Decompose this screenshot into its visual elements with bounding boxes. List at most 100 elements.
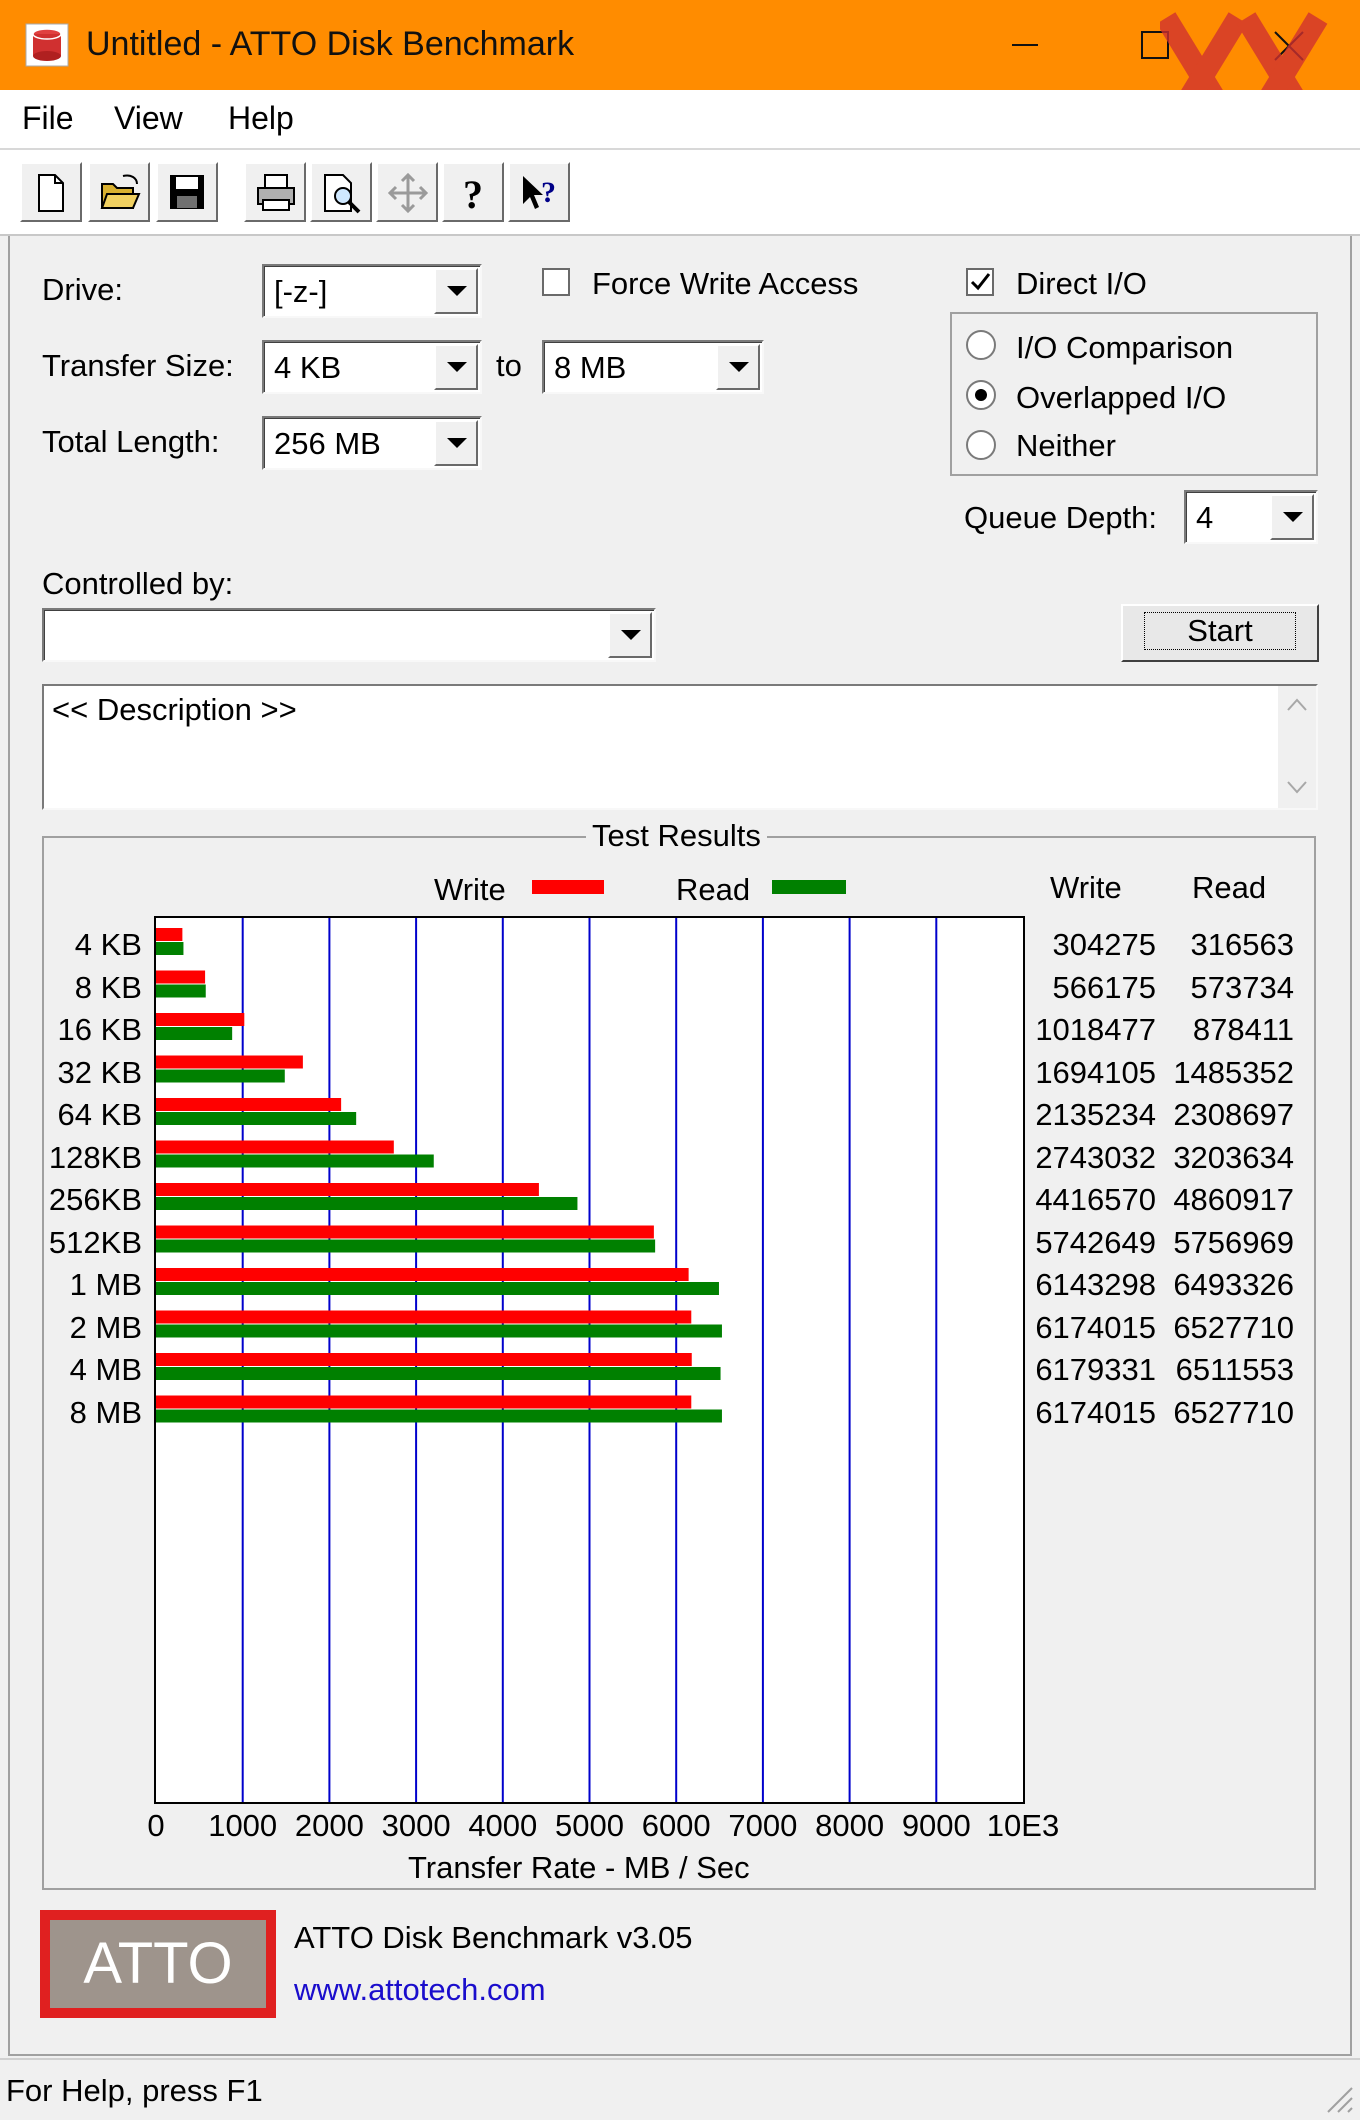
row-label: 32 KB bbox=[57, 1054, 142, 1090]
chevron-down-icon[interactable] bbox=[434, 268, 478, 314]
window-title: Untitled - ATTO Disk Benchmark bbox=[86, 25, 575, 63]
svg-text:?: ? bbox=[541, 176, 556, 209]
io-comparison-label[interactable]: I/O Comparison bbox=[1016, 328, 1233, 368]
bar-read-16kb bbox=[156, 1027, 233, 1040]
transfer-to-select[interactable]: 8 MB bbox=[542, 340, 764, 394]
context-help-icon: ? bbox=[523, 176, 556, 209]
checkmark-icon bbox=[970, 273, 991, 291]
minimize-button[interactable] bbox=[960, 0, 1090, 90]
legend-write-label: Write bbox=[434, 872, 506, 907]
description-text[interactable]: << Description >> bbox=[52, 690, 297, 730]
total-length-value: 256 MB bbox=[274, 426, 381, 461]
read-value: 5756969 bbox=[1173, 1224, 1294, 1260]
bar-read-4kb bbox=[156, 942, 184, 955]
test-results-title: Test Results bbox=[586, 818, 767, 854]
new-file-icon bbox=[38, 174, 64, 212]
queue-depth-label: Queue Depth: bbox=[964, 500, 1158, 535]
print-preview-icon bbox=[324, 174, 361, 214]
x-tick-label: 0 bbox=[147, 1808, 165, 1843]
overlapped-io-radio[interactable] bbox=[966, 380, 996, 410]
drive-select[interactable]: [-z-] bbox=[262, 264, 482, 318]
row-label: 8 MB bbox=[69, 1394, 142, 1430]
app-disk-icon[interactable] bbox=[24, 22, 70, 68]
neither-label[interactable]: Neither bbox=[1016, 426, 1116, 466]
chevron-down-icon[interactable] bbox=[716, 344, 760, 390]
read-value: 878411 bbox=[1192, 1012, 1294, 1047]
row-label: 64 KB bbox=[57, 1097, 142, 1132]
queue-depth-select[interactable]: 4 bbox=[1184, 490, 1318, 544]
bar-read-64kb bbox=[156, 1112, 357, 1125]
open-folder-icon bbox=[100, 174, 141, 209]
write-value: 4416570 bbox=[1035, 1182, 1156, 1217]
move-button[interactable] bbox=[376, 162, 438, 222]
controlled-by-label: Controlled by: bbox=[42, 566, 234, 601]
transfer-to-value: 8 MB bbox=[554, 350, 627, 385]
website-link[interactable]: www.attotech.com bbox=[294, 1970, 546, 2010]
write-value: 6143298 bbox=[1035, 1267, 1156, 1302]
controlled-by-select[interactable] bbox=[42, 608, 656, 662]
force-write-label[interactable]: Force Write Access bbox=[592, 264, 858, 304]
legend-read-swatch bbox=[772, 880, 846, 894]
svg-text:?: ? bbox=[463, 172, 483, 214]
chevron-down-icon[interactable] bbox=[608, 612, 652, 658]
title-bar[interactable]: Untitled - ATTO Disk Benchmark bbox=[0, 0, 1360, 142]
column-header-write: Write bbox=[1050, 870, 1122, 905]
bar-read-4mb bbox=[156, 1367, 721, 1380]
chevron-down-icon[interactable] bbox=[434, 344, 478, 390]
force-write-checkbox[interactable] bbox=[542, 268, 570, 296]
transfer-from-select[interactable]: 4 KB bbox=[262, 340, 482, 394]
row-label: 4 MB bbox=[69, 1352, 142, 1387]
write-value: 2743032 bbox=[1035, 1139, 1156, 1175]
bar-write-32kb bbox=[156, 1055, 303, 1069]
bar-write-128kb bbox=[156, 1140, 394, 1154]
transfer-size-label: Transfer Size: bbox=[42, 348, 234, 383]
overlapped-io-label[interactable]: Overlapped I/O bbox=[1016, 378, 1226, 418]
total-length-select[interactable]: 256 MB bbox=[262, 416, 482, 470]
drive-value: [-z-] bbox=[274, 274, 328, 309]
direct-io-label[interactable]: Direct I/O bbox=[1016, 264, 1147, 304]
x-tick-label: 2000 bbox=[294, 1808, 364, 1843]
x-tick-label: 8000 bbox=[815, 1808, 885, 1843]
read-value: 6527710 bbox=[1173, 1309, 1294, 1345]
print-icon bbox=[257, 174, 295, 211]
write-value: 1694105 bbox=[1035, 1054, 1156, 1090]
menu-file[interactable]: File bbox=[22, 98, 74, 138]
bar-write-512kb bbox=[156, 1225, 654, 1239]
description-scrollbar[interactable] bbox=[1278, 686, 1316, 808]
write-value: 1018477 bbox=[1035, 1012, 1156, 1047]
print-preview-button[interactable] bbox=[310, 162, 372, 222]
save-button[interactable] bbox=[156, 162, 218, 222]
row-label: 16 KB bbox=[57, 1012, 142, 1047]
description-box[interactable]: << Description >> bbox=[42, 684, 1318, 810]
read-value: 3203634 bbox=[1173, 1139, 1294, 1175]
help-button[interactable]: ? bbox=[442, 162, 504, 222]
atto-logo-text: ATTO bbox=[50, 1920, 266, 2008]
legend-write-swatch bbox=[532, 880, 604, 894]
bar-chart bbox=[154, 916, 1025, 1804]
neither-radio[interactable] bbox=[966, 430, 996, 460]
write-value: 6179331 bbox=[1035, 1352, 1156, 1387]
total-length-label: Total Length: bbox=[42, 424, 220, 459]
start-button[interactable]: Start bbox=[1121, 604, 1319, 662]
menu-view[interactable]: View bbox=[114, 98, 183, 138]
scroll-up-icon bbox=[1287, 698, 1307, 711]
direct-io-checkbox[interactable] bbox=[966, 268, 994, 296]
open-button[interactable] bbox=[88, 162, 150, 222]
x-tick-label: 6000 bbox=[641, 1808, 711, 1843]
read-value: 6511553 bbox=[1175, 1352, 1294, 1387]
x-tick-label: 1000 bbox=[208, 1808, 278, 1843]
drive-label: Drive: bbox=[42, 272, 123, 307]
new-button[interactable] bbox=[20, 162, 82, 222]
print-button[interactable] bbox=[244, 162, 306, 222]
chevron-down-icon[interactable] bbox=[1270, 494, 1314, 540]
resize-grip-icon[interactable] bbox=[1320, 2080, 1354, 2114]
bar-read-1mb bbox=[156, 1282, 719, 1295]
row-label: 2 MB bbox=[69, 1309, 142, 1345]
menu-help[interactable]: Help bbox=[228, 98, 294, 138]
chevron-down-icon[interactable] bbox=[434, 420, 478, 466]
io-comparison-radio[interactable] bbox=[966, 330, 996, 360]
write-value: 6174015 bbox=[1035, 1309, 1156, 1345]
bar-read-128kb bbox=[156, 1154, 434, 1168]
x-tick-label: 4000 bbox=[468, 1808, 538, 1843]
context-help-button[interactable]: ? bbox=[508, 162, 570, 222]
